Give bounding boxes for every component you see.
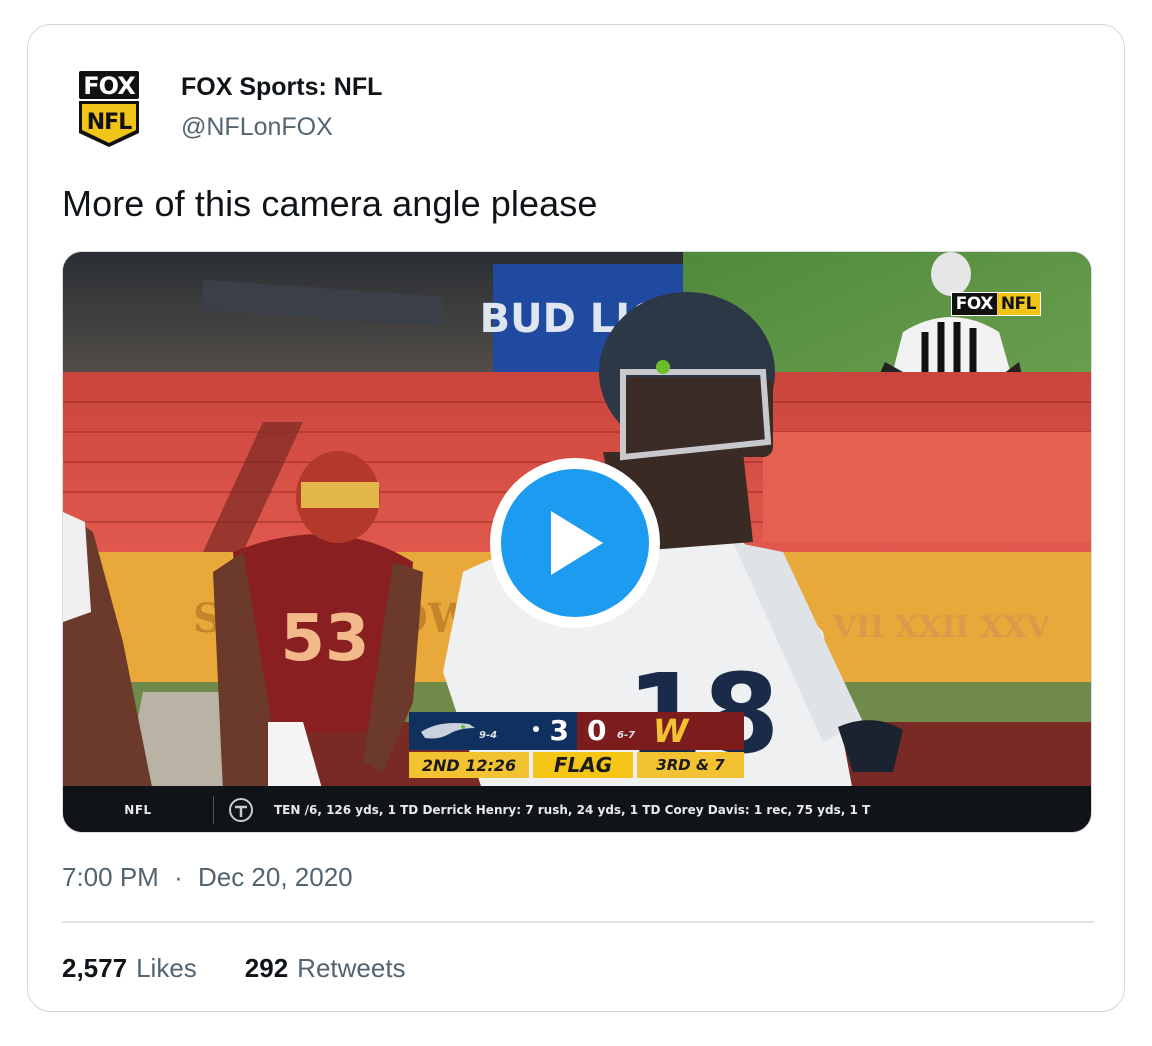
fox-nfl-avatar[interactable]: FOX NFL [78, 69, 140, 149]
timestamp-separator: · [174, 862, 183, 892]
divider [62, 921, 1094, 923]
tweet-timestamp[interactable]: 7:00 PM · Dec 20, 2020 [62, 862, 353, 893]
engagement-stats: 2,577 Likes 292 Retweets [62, 953, 454, 984]
avatar-nfl-text: NFL [87, 110, 132, 135]
play-button[interactable] [490, 458, 660, 628]
down-distance: 3RD & 7 [637, 752, 744, 778]
home-score: 0 [587, 714, 607, 747]
bug-nfl-text: NFL [996, 293, 1040, 315]
play-icon [551, 511, 603, 575]
possession-dot [533, 726, 539, 732]
likes-label: Likes [136, 953, 197, 983]
author-name[interactable]: FOX Sports: NFL [181, 73, 382, 102]
tweet-date: Dec 20, 2020 [197, 862, 353, 892]
game-clock: 2ND 12:26 [409, 752, 529, 778]
author-handle[interactable]: @NFLonFOX [181, 113, 333, 142]
score-ticker: NFL TEN /6, 126 yds, 1 TD Derrick Henry:… [63, 786, 1091, 832]
washington-logo-icon: W [653, 712, 688, 750]
away-team-panel: 9-4 3 [409, 712, 577, 750]
titans-logo-icon [229, 798, 253, 822]
likes-count: 2,577 [62, 953, 128, 983]
home-record: 6-7 [617, 730, 636, 741]
ticker-stats: TEN /6, 126 yds, 1 TD Derrick Henry: 7 r… [274, 803, 871, 817]
retweets-label: Retweets [297, 953, 406, 983]
tweet-text: More of this camera angle please [62, 183, 598, 224]
retweets-count: 292 [244, 953, 289, 983]
retweets-stat[interactable]: 292 Retweets [245, 953, 406, 984]
seahawks-logo-icon [421, 723, 475, 739]
video-player[interactable]: BUD LIGH SU OW VII [62, 251, 1092, 833]
away-record: 9-4 [479, 730, 498, 741]
defender-number: 53 [280, 602, 369, 676]
home-team-panel: 0 6-7 W [577, 712, 744, 750]
banner-right-text: VII XXII XXV [832, 610, 1050, 645]
ticker-league: NFL [124, 803, 152, 817]
avatar-fox-text: FOX [83, 72, 136, 100]
away-score: 3 [549, 714, 569, 747]
scoreboard: 9-4 3 0 6-7 W 2ND 12:26 FLAG 3RD & 7 [409, 712, 744, 782]
broadcast-bug: FOX NFL [950, 292, 1041, 316]
tweet-card: FOX NFL FOX Sports: NFL @NFLonFOX More o… [27, 24, 1125, 1012]
tweet-time: 7:00 PM [62, 862, 159, 892]
likes-stat[interactable]: 2,577 Likes [62, 953, 197, 984]
flag-indicator: FLAG [533, 752, 633, 778]
ticker-separator [213, 796, 214, 824]
bug-fox-text: FOX [951, 293, 997, 315]
